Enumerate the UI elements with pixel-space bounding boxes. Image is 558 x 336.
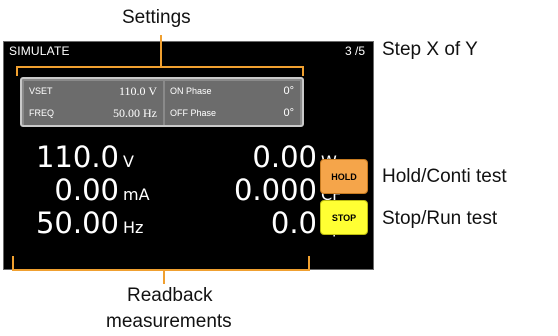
current-value: 0.00: [54, 173, 119, 207]
current-unit: mA: [123, 185, 150, 204]
hold-button[interactable]: HOLD: [320, 159, 368, 194]
settings-bracket-stem: [160, 35, 162, 68]
step-callout: Step X of Y: [382, 39, 478, 60]
settings-callout: Settings: [122, 7, 191, 28]
voltage-value: 110.0: [35, 140, 119, 174]
off-phase-cell[interactable]: OFF Phase 0°: [165, 103, 300, 125]
settings-bracket-top: [16, 66, 304, 68]
peak-current-value: 0.0: [270, 206, 317, 240]
hold-callout: Hold/Conti test: [382, 166, 507, 187]
frequency-value: 50.00: [35, 206, 119, 240]
crest-factor-value: 0.000: [233, 173, 317, 207]
stop-button[interactable]: STOP: [320, 200, 368, 235]
screen-topbar: SIMULATE 3 /5: [4, 42, 373, 60]
vset-label: VSET: [29, 86, 53, 96]
readback-callout-line2: measurements: [106, 311, 232, 332]
off-phase-label: OFF Phase: [170, 108, 217, 118]
page-indicator: 3 /5: [344, 44, 365, 58]
frequency-reading: 50.00 Hz: [36, 206, 157, 240]
settings-panel: VSET 110.0 V ON Phase 0° FREQ 50.00 Hz O…: [20, 77, 304, 127]
vset-value: 110.0 V: [118, 84, 157, 98]
voltage-reading: 110.0 V: [36, 140, 157, 174]
readback-bracket-bottom: [12, 269, 310, 271]
stop-callout: Stop/Run test: [382, 208, 498, 229]
readback-callout-line1: Readback: [127, 285, 213, 306]
freq-cell[interactable]: FREQ 50.00 Hz: [24, 103, 163, 125]
readback-bracket-left: [12, 256, 14, 271]
on-phase-label: ON Phase: [170, 86, 212, 96]
freq-label: FREQ: [29, 108, 55, 118]
on-phase-cell[interactable]: ON Phase 0°: [165, 81, 300, 103]
settings-bracket-left: [16, 66, 18, 76]
off-phase-value: 0°: [283, 107, 294, 119]
on-phase-value: 0°: [283, 85, 294, 97]
readback-bracket-stem: [163, 270, 165, 284]
readback-bracket-right: [308, 256, 310, 271]
vset-cell[interactable]: VSET 110.0 V: [24, 81, 163, 103]
power-value: 0.00: [252, 140, 317, 174]
mode-title: SIMULATE: [9, 44, 70, 58]
current-reading: 0.00 mA: [54, 173, 157, 207]
voltage-unit: V: [123, 152, 134, 171]
frequency-unit: Hz: [123, 218, 144, 237]
freq-value: 50.00 Hz: [113, 106, 157, 120]
instrument-screen: SIMULATE 3 /5 VSET 110.0 V ON Phase 0° F…: [3, 41, 374, 270]
settings-bracket-right: [302, 66, 304, 76]
